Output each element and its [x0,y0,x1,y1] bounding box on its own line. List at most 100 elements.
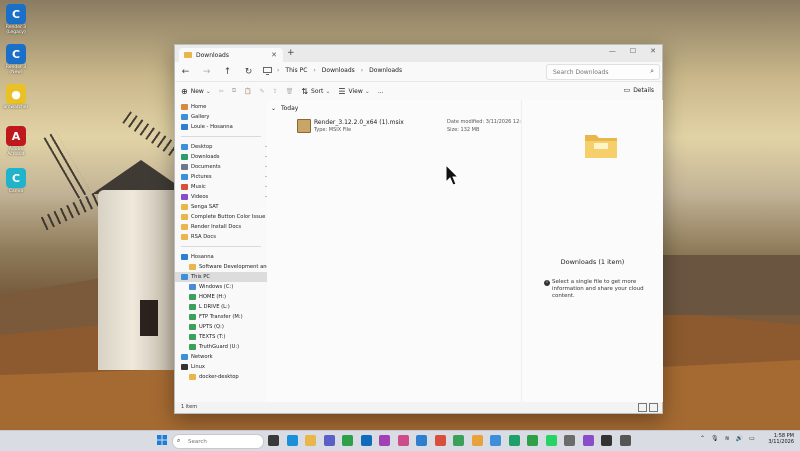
file-list[interactable]: ⌄ Today Render_3.12.2.0_x64 (1).msix Typ… [267,100,536,402]
wifi-icon[interactable]: ≋ [725,435,730,442]
search-icon: ⌕ [177,437,181,444]
minimize-icon[interactable]: — [609,47,616,55]
sidebar-item[interactable]: docker-desktop [175,372,281,382]
sidebar-item[interactable]: Windows (C:) [175,282,281,292]
sidebar-item[interactable]: L DRIVE (L:) [175,302,281,312]
sidebar-item[interactable]: UPTS (Q:) [175,322,281,332]
sidebar-item[interactable]: FTP Transfer (M:) [175,312,281,322]
desktop-shortcut[interactable]: C Canva [2,168,30,194]
whatsapp-icon[interactable] [545,435,557,446]
breadcrumb-this-pc[interactable]: This PC [285,67,307,74]
sort-button[interactable]: ⇅ Sort ⌄ [301,87,330,96]
sidebar-item[interactable]: Gallery [175,112,273,122]
breadcrumb-downloads[interactable]: Downloads [322,67,355,74]
app-icon[interactable] [453,435,464,446]
outlook-icon[interactable] [360,435,372,446]
sidebar-item[interactable]: TEXTS (T:) [175,332,281,342]
view-button[interactable]: ☰ View ⌄ [338,87,369,96]
new-button[interactable]: ⊕ New ⌄ [181,87,211,96]
app-icon[interactable] [619,435,631,446]
sidebar-item[interactable]: TruthGuard (U:) [175,342,281,352]
settings-icon[interactable] [564,435,575,446]
sort-icon: ⇅ [301,86,309,96]
sidebar-item[interactable]: Senga SAT [175,202,273,212]
microphone-icon[interactable]: 🎙 [711,435,719,442]
chevron-up-icon[interactable]: ⌃ [700,435,705,442]
app-icon[interactable] [601,435,612,446]
share-icon[interactable]: ⇪ [273,88,278,95]
sidebar-item[interactable]: Linux [175,362,273,372]
sidebar-item[interactable]: Network [175,352,273,362]
paste-icon[interactable]: 📋 [244,88,251,95]
windows-start-icon[interactable] [157,435,167,445]
refresh-icon[interactable]: ↻ [238,67,259,77]
sidebar-item[interactable]: Downloads⊸ [175,152,273,162]
desktop-shortcut[interactable]: ● arcwatcher [2,84,30,110]
title-bar[interactable]: Downloads ✕ + — ☐ ✕ [175,45,662,62]
sidebar-item[interactable]: Videos⊸ [175,192,273,202]
tab-downloads[interactable]: Downloads ✕ [179,48,283,62]
taskbar-search[interactable]: ⌕ [172,434,264,449]
app-icon[interactable] [434,435,446,446]
sidebar-item[interactable]: Complete Button Color Issue [175,212,273,222]
sidebar-item-label: HOME (H:) [199,294,227,300]
app-icon[interactable] [416,435,427,446]
sidebar-item[interactable]: RSA Docs [175,232,273,242]
sidebar-item[interactable]: This PC [175,272,273,282]
new-tab-button[interactable]: + [287,48,295,58]
app-icon[interactable] [582,435,594,446]
sidebar-item[interactable]: Pictures⊸ [175,172,273,182]
group-header-today[interactable]: ⌄ Today [271,105,298,112]
file-explorer-window[interactable]: Downloads ✕ + — ☐ ✕ ← → ↑ ↻ › This PC › … [174,44,663,414]
sidebar-item[interactable]: Desktop⊸ [175,142,273,152]
sidebar-item[interactable]: HOME (H:) [175,292,281,302]
rename-icon[interactable]: ✎ [260,88,265,95]
info-icon: i [544,280,550,286]
breadcrumb: › This PC › Downloads › Downloads [277,67,402,74]
sidebar-item[interactable]: Home [175,102,273,112]
desktop-shortcut[interactable]: C Render 3 (Legacy) [2,4,30,35]
more-options-button[interactable]: ... [378,88,384,95]
teams-icon[interactable] [323,435,335,446]
taskbar-search-input[interactable] [186,435,250,448]
edge-icon[interactable] [286,435,298,446]
sidebar-item[interactable]: Hosanna [175,252,273,262]
search-input[interactable] [551,65,645,79]
task-view-icon[interactable] [268,435,279,446]
close-tab-icon[interactable]: ✕ [271,51,277,59]
sidebar-item[interactable]: Documents⊸ [175,162,273,172]
sidebar-item[interactable]: Render Install Docs [175,222,273,232]
details-button[interactable]: ▭ Details [624,86,654,94]
delete-icon[interactable]: 🗑 [286,88,294,95]
sidebar-item[interactable]: Louie - Hosanna [175,122,273,132]
sidebar-item[interactable]: Music⊸ [175,182,273,192]
tiles-view-icon[interactable] [649,403,658,412]
cut-icon[interactable]: ✂ [219,88,224,95]
app-icon[interactable] [508,435,520,446]
forward-arrow-icon[interactable]: → [196,67,217,77]
app-icon[interactable] [471,435,483,446]
breadcrumb-downloads-current[interactable]: Downloads [369,67,402,74]
desktop-shortcut[interactable]: C Render 3 (New) [2,44,30,75]
app-icon[interactable] [490,435,501,446]
drive-icon [189,284,196,290]
app-icon[interactable] [527,435,538,446]
volume-icon[interactable]: 🔊 [736,435,743,442]
copy-icon[interactable]: ⧉ [232,87,236,95]
close-icon[interactable]: ✕ [650,47,656,55]
chrome-icon[interactable] [342,435,353,446]
sidebar-item-label: docker-desktop [199,374,239,380]
sidebar-item[interactable]: Software Development and Sup [175,262,281,272]
file-item[interactable]: Render_3.12.2.0_x64 (1).msix Type: MSIX … [297,118,536,136]
file-explorer-icon[interactable] [305,435,316,446]
clock[interactable]: 1:58 PM 3/11/2026 [754,433,794,445]
navigation-pane[interactable]: HomeGalleryLouie - Hosanna Desktop⊸Downlo… [175,100,281,412]
app-icon[interactable] [379,435,390,446]
back-arrow-icon[interactable]: ← [175,67,196,77]
up-arrow-icon[interactable]: ↑ [217,67,238,77]
maximize-icon[interactable]: ☐ [630,47,636,55]
details-view-icon[interactable] [638,403,647,412]
search-box[interactable]: ⌕ [546,64,660,80]
app-icon[interactable] [397,435,409,446]
desktop-shortcut[interactable]: A Adobe Acrobat [2,126,30,157]
